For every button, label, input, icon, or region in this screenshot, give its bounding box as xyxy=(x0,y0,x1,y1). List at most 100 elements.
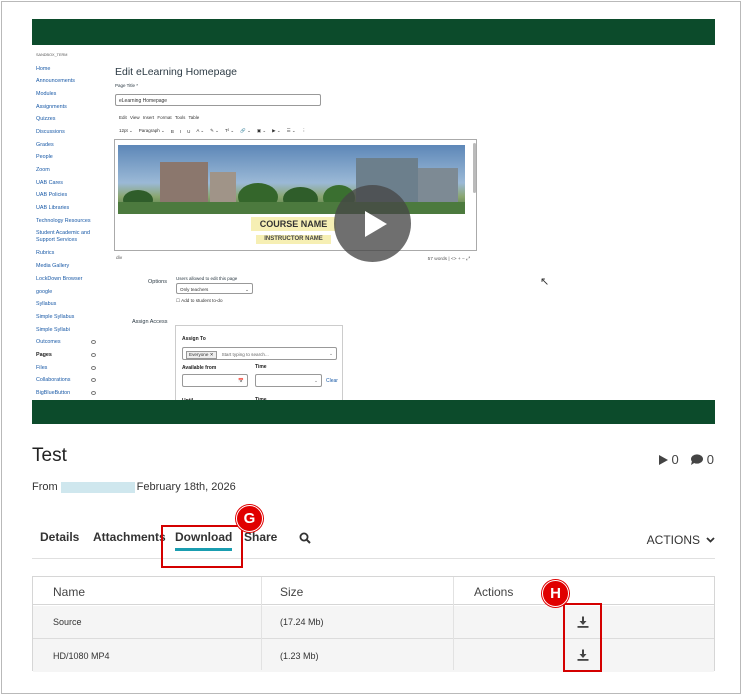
sidebar-item-label: Files xyxy=(36,364,48,371)
toolbar-item: Paragraph ⌄ xyxy=(138,128,165,133)
toolbar-item: ✎ ⌄ xyxy=(210,128,219,133)
video-top-band xyxy=(32,19,715,45)
sidebar-item-label: Assignments xyxy=(36,103,67,110)
course-label: SANDBOX_TERM xyxy=(36,53,68,57)
sidebar-item: UAB Cares xyxy=(36,180,96,193)
from-label: From xyxy=(32,481,58,493)
marker-h: H xyxy=(542,580,569,607)
sidebar-item-label: Media Gallery xyxy=(36,263,70,270)
actions-label: ACTIONS xyxy=(646,533,700,547)
toolbar-item: ☰ ⌄ xyxy=(286,128,296,133)
upload-date: February 18th, 2026 xyxy=(136,481,236,493)
toolbar-item: B xyxy=(170,128,174,134)
sidebar-item-label: Student Academic and Support Services xyxy=(36,230,90,243)
status-word-count: 57 words | <> + − ⤢ xyxy=(427,257,470,262)
editor-menubar: Edit View Insert Format Tools Table xyxy=(119,115,200,120)
sidebar-item-label: Announcements xyxy=(36,78,75,85)
course-sidebar: SANDBOX_TERM Home Announcements Modules Ass… xyxy=(36,53,96,403)
sidebar-item: Announcements xyxy=(36,78,96,91)
toolbar-item: I xyxy=(179,128,182,134)
editor-status-bar: div 57 words | <> + − ⤢ xyxy=(116,256,478,262)
video-bottom-band xyxy=(32,400,715,424)
editor-toolbar: 12pt ⌄ Paragraph ⌄ B I U A ⌄ ✎ ⌄ T² ⌄ 🔗 ⌄ ▣ ⌄ ▶ ⌄ ☰… xyxy=(119,126,477,136)
video-player[interactable]: SANDBOX_TERM Home Announcements Modules Ass… xyxy=(32,19,715,424)
plays-count: 0 xyxy=(671,452,679,467)
row-name: Source xyxy=(53,617,82,627)
sidebar-item: Zoom xyxy=(36,167,96,180)
toolbar-item: 12pt ⌄ xyxy=(119,128,133,133)
sidebar-list: Home Announcements Modules Assignments Quizz… xyxy=(36,66,96,403)
download-actions-highlight xyxy=(563,603,602,672)
users-allowed-label: Users allowed to edit this page xyxy=(176,276,238,281)
sidebar-item: Grades xyxy=(36,142,96,155)
header-actions: Actions xyxy=(474,585,514,599)
campus-banner-image xyxy=(118,145,465,214)
available-from-label: Available from xyxy=(182,365,217,371)
play-button[interactable] xyxy=(334,185,411,262)
tab-share[interactable]: Share xyxy=(244,530,277,544)
header-name: Name xyxy=(53,585,86,599)
toolbar-item: 🔗 ⌄ xyxy=(240,128,251,133)
sidebar-item: LockDown Browser xyxy=(36,276,96,289)
toolbar-item: ▣ ⌄ xyxy=(256,128,267,133)
sidebar-item: Media Gallery xyxy=(36,263,96,276)
everyone-pill: Everyone ✕ xyxy=(186,351,217,359)
chevron-down-icon xyxy=(706,537,715,543)
sidebar-item-label: Outcomes xyxy=(36,339,61,346)
sidebar-item: Rubrics xyxy=(36,250,96,263)
sidebar-item-label: UAB Policies xyxy=(36,192,68,199)
table-row: HD/1080 MP4 (1.23 Mb) xyxy=(33,639,714,672)
sidebar-item-label: BigBlueButton xyxy=(36,390,71,397)
table-row: Source (17.24 Mb) xyxy=(33,606,714,639)
sidebar-item: Pages xyxy=(36,352,96,365)
sidebar-item-label: Rubrics xyxy=(36,250,55,257)
assign-access-label: Assign Access xyxy=(132,319,168,325)
sidebar-item: UAB Policies xyxy=(36,192,96,205)
sidebar-item-label: Modules xyxy=(36,90,57,97)
tab-attachments[interactable]: Attachments xyxy=(93,530,166,544)
plays-icon xyxy=(658,454,668,465)
toolbar-item: U xyxy=(187,128,191,134)
editor-scrollbar xyxy=(473,143,476,193)
sidebar-item-label: Zoom xyxy=(36,167,50,174)
redacted-author xyxy=(60,481,135,493)
sidebar-item: Simple Syllabi xyxy=(36,327,96,340)
sidebar-item-label: Grades xyxy=(36,141,54,148)
tab-details[interactable]: Details xyxy=(40,530,79,544)
visibility-icon xyxy=(91,378,96,383)
time-input: ⌄ xyxy=(255,374,322,387)
editor-title: Edit eLearning Homepage xyxy=(115,66,238,78)
tabs-divider xyxy=(32,558,715,559)
column-divider xyxy=(453,577,454,670)
toolbar-item: A ⌄ xyxy=(196,128,205,133)
download-table: Name Size Actions Source (17.24 Mb) HD/1… xyxy=(32,576,715,672)
sidebar-item: Quizzes xyxy=(36,116,96,129)
sidebar-item-label: Technology Resources xyxy=(36,217,91,224)
sidebar-item-label: Home xyxy=(36,65,51,72)
sidebar-item-label: Pages xyxy=(36,351,52,358)
visibility-icon xyxy=(91,352,96,357)
sidebar-item-label: google xyxy=(36,288,53,295)
toolbar-item: ⋮ xyxy=(301,128,307,133)
sidebar-item: Files xyxy=(36,365,96,378)
sidebar-item: Discussions xyxy=(36,129,96,142)
sidebar-item: UAB Libraries xyxy=(36,205,96,218)
search-icon[interactable] xyxy=(299,532,311,544)
page-title-input: eLearning Homepage xyxy=(115,94,321,106)
sidebar-item: Home xyxy=(36,66,96,79)
actions-menu[interactable]: ACTIONS xyxy=(647,533,715,547)
users-allowed-select: Only teachers ⌄ xyxy=(176,283,253,294)
options-label: Options xyxy=(148,279,167,285)
marker-g: G xyxy=(236,505,263,532)
available-from-input: 📅 xyxy=(182,374,248,387)
course-name-text: COURSE NAME xyxy=(251,217,336,231)
assign-to-label: Assign To xyxy=(182,336,206,342)
sidebar-item-label: Simple Syllabi xyxy=(36,326,70,333)
table-header: Name Size Actions xyxy=(33,577,714,605)
mouse-cursor-icon: ↖ xyxy=(540,276,550,288)
sidebar-item-label: UAB Cares xyxy=(36,179,63,186)
from-line: From February 18th, 2026 xyxy=(32,481,236,493)
assign-access-card: Assign To Everyone ✕ Start typing to sear… xyxy=(175,325,343,405)
sidebar-item: Collaborations xyxy=(36,377,96,390)
sidebar-item: Outcomes xyxy=(36,339,96,352)
